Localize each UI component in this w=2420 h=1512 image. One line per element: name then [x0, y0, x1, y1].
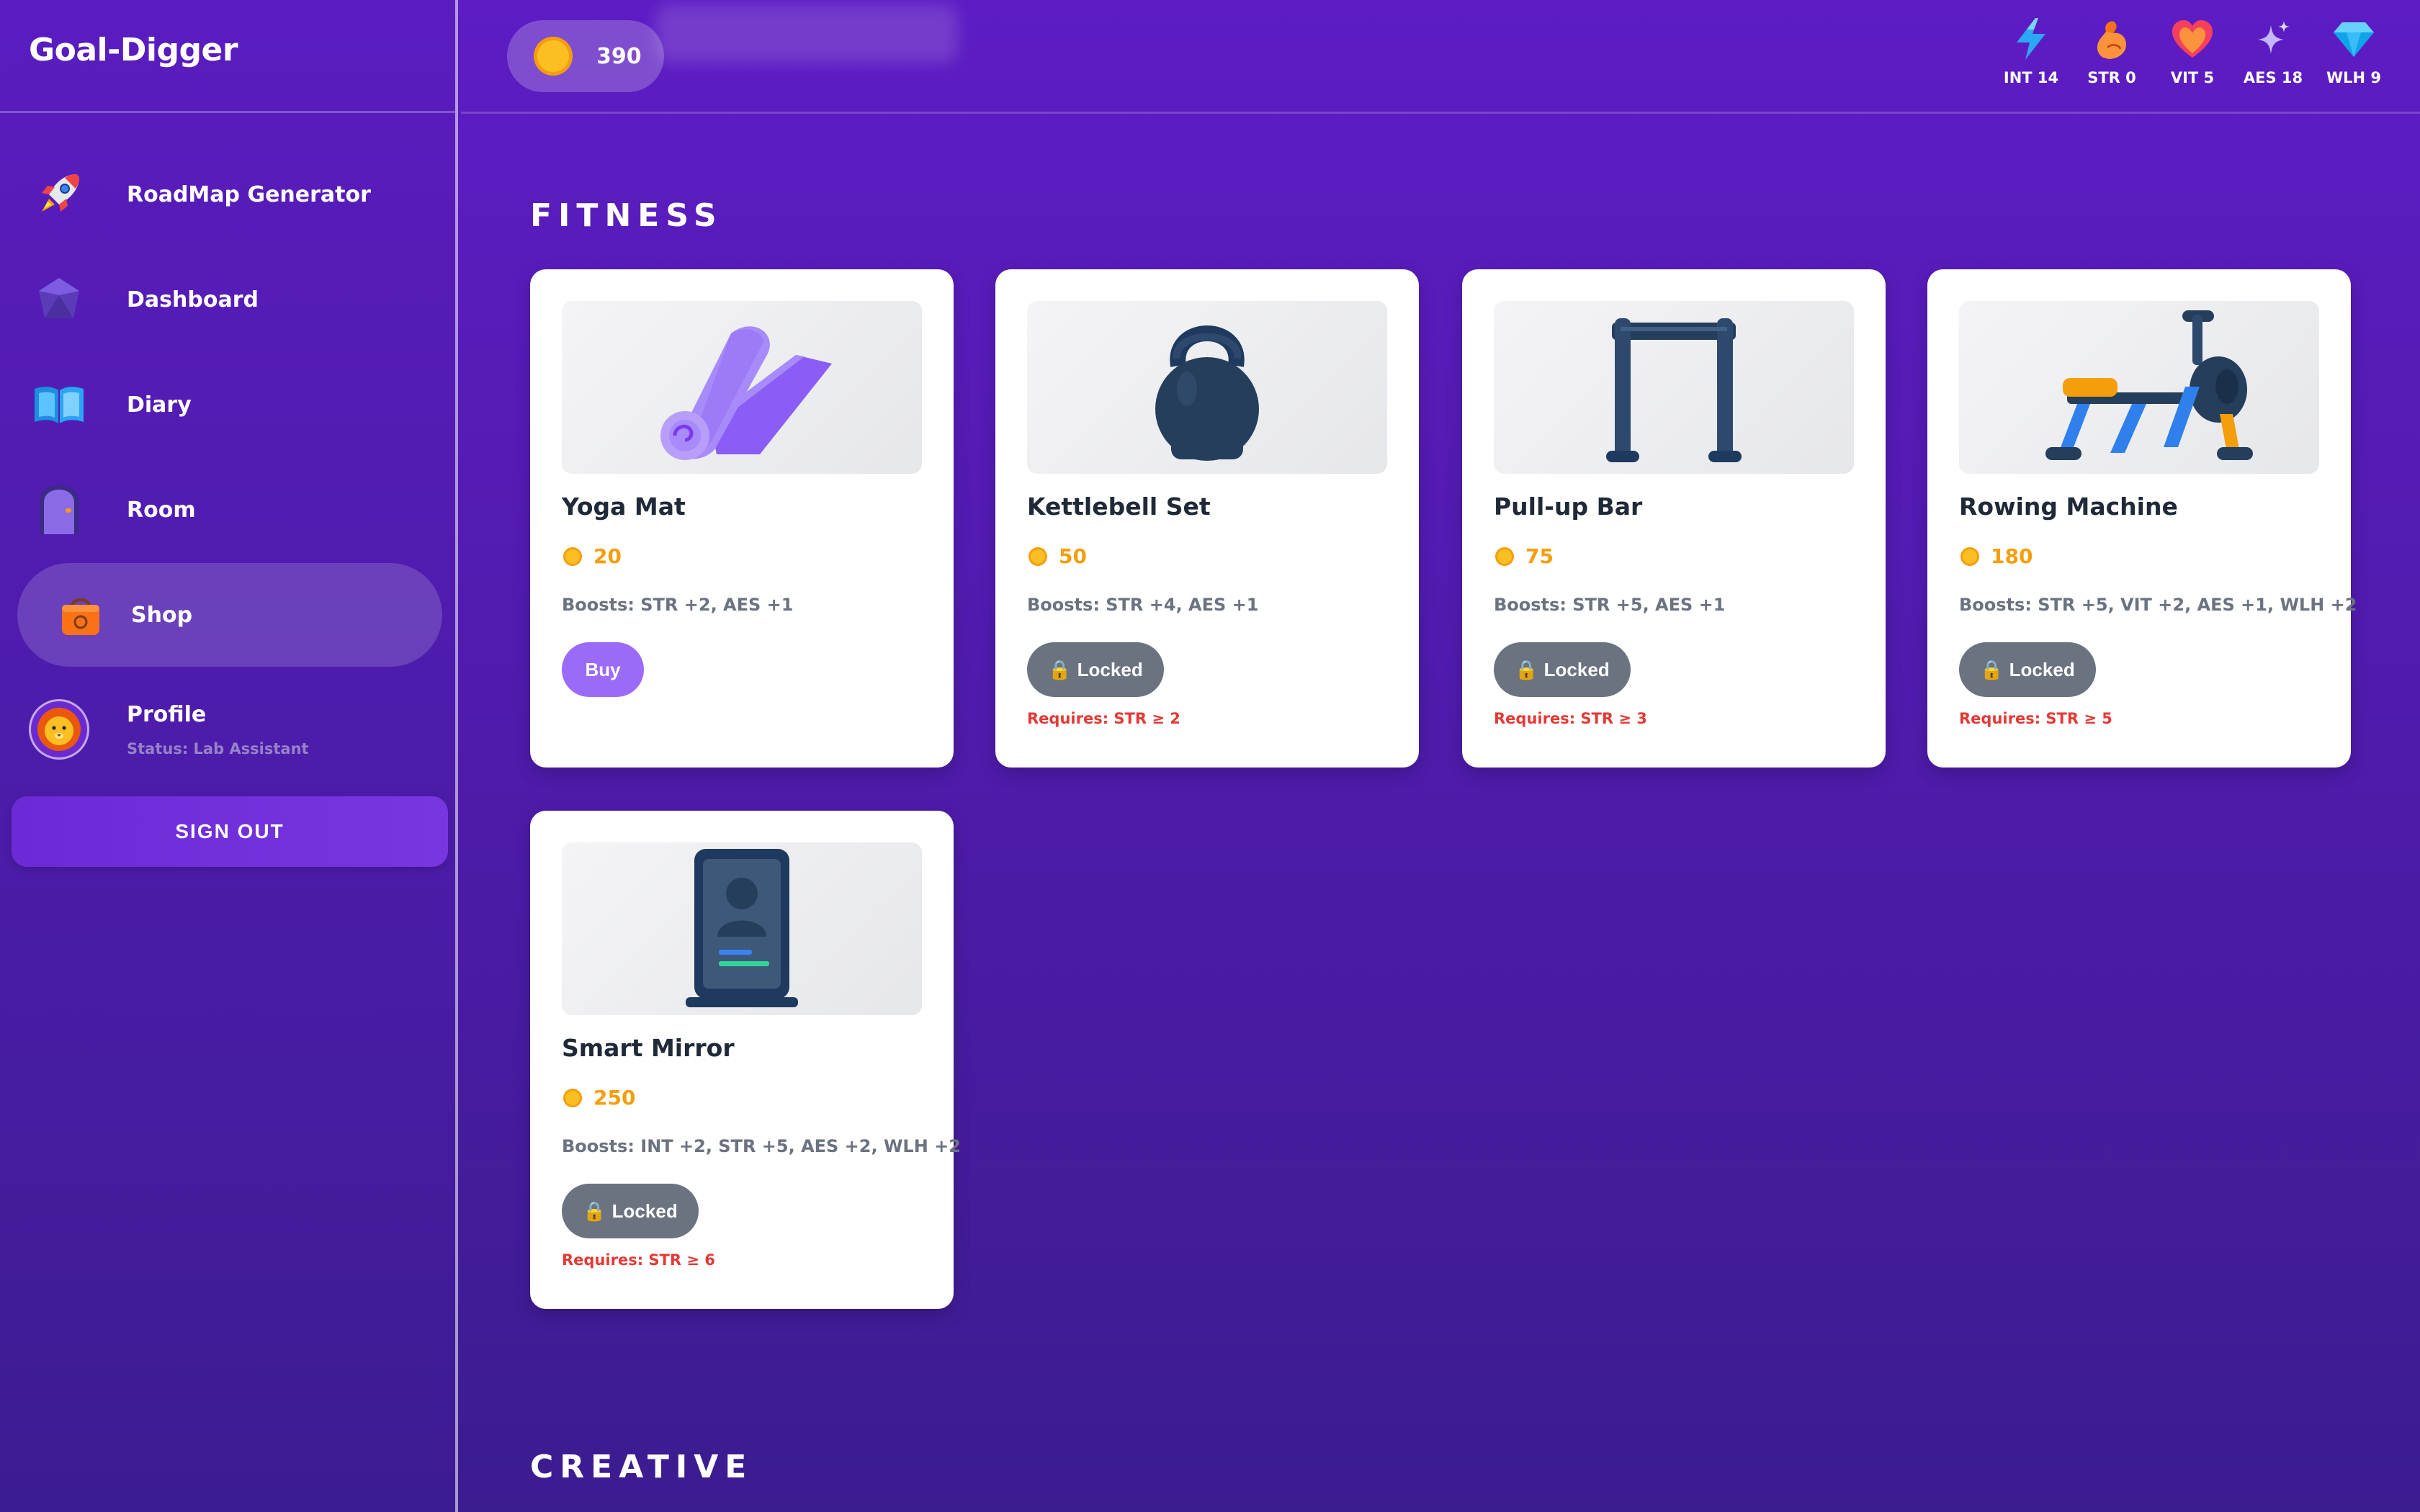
stat-label: STR 0 [2087, 69, 2136, 86]
flexed-arm-icon [2089, 16, 2135, 62]
section-title-creative: CREATIVE [530, 1449, 753, 1485]
stat-wlh: WLH 9 [2313, 16, 2394, 86]
sidebar-item-label: Diary [127, 392, 192, 418]
yoga-mat-icon [562, 301, 922, 474]
item-name: Kettlebell Set [1027, 492, 1211, 521]
stat-label: VIT 5 [2170, 69, 2215, 86]
locked-button[interactable]: 🔒 Locked [1027, 642, 1164, 697]
stat-int: INT 14 [1991, 16, 2071, 86]
lightning-icon [2008, 16, 2054, 62]
sidebar: Goal-Digger RoadMap Generator Dashboard … [0, 0, 458, 1512]
item-boosts: Boosts: STR +2, AES +1 [562, 595, 794, 615]
kettlebell-icon [1027, 301, 1387, 474]
sidebar-item-roadmap-generator[interactable]: RoadMap Generator [17, 143, 442, 246]
locked-label: Locked [1543, 658, 1610, 680]
item-name: Rowing Machine [1959, 492, 2178, 521]
sidebar-item-label: Dashboard [127, 287, 259, 312]
item-name: Pull-up Bar [1494, 492, 1643, 521]
item-price: 180 [1959, 544, 2033, 568]
item-requirement: Requires: STR ≥ 3 [1494, 710, 1647, 727]
item-requirement: Requires: STR ≥ 2 [1027, 710, 1180, 727]
locked-label: Locked [2009, 658, 2075, 680]
diamond-icon [2331, 16, 2377, 62]
item-boosts: Boosts: STR +5, AES +1 [1494, 595, 1726, 615]
item-price: 50 [1027, 544, 1087, 568]
item-name: Smart Mirror [562, 1034, 735, 1062]
shop-item-card: Smart Mirror 250 Boosts: INT +2, STR +5,… [530, 811, 961, 1309]
coin-count: 390 [596, 43, 642, 69]
item-price: 250 [562, 1086, 635, 1110]
sign-out-button[interactable]: SIGN OUT [12, 796, 448, 867]
coin-icon [1495, 546, 1514, 566]
profile-status: Status: Lab Assistant [127, 739, 309, 757]
sidebar-item-dashboard[interactable]: Dashboard [17, 248, 442, 351]
item-boosts: Boosts: STR +5, VIT +2, AES +1, WLH +2 [1959, 595, 2357, 615]
door-icon [29, 480, 89, 540]
book-icon [29, 374, 89, 435]
rowing-machine-icon [1959, 301, 2319, 474]
sidebar-item-shop[interactable]: Shop [17, 563, 442, 667]
shop-item-card: Yoga Mat 20 Boosts: STR +2, AES +1 Buy [530, 269, 954, 768]
price-value: 180 [1991, 544, 2033, 568]
coin-icon [1028, 546, 1047, 566]
item-price: 75 [1494, 544, 1554, 568]
stats-bar: INT 14 STR 0 VIT 5 AES 18 WLH 9 [1991, 16, 2394, 86]
pull-up-bar-icon [1494, 301, 1854, 474]
lock-icon: 🔒 [1515, 658, 1538, 680]
sidebar-item-profile[interactable]: Profile Status: Lab Assistant [17, 683, 442, 776]
app-title: Goal-Digger [29, 32, 238, 68]
coin-icon [1960, 546, 1979, 566]
heart-icon [2169, 16, 2215, 62]
lock-icon: 🔒 [1048, 658, 1072, 680]
shop-item-card: Rowing Machine 180 Boosts: STR +5, VIT +… [1927, 269, 2357, 768]
lock-icon: 🔒 [1980, 658, 2004, 680]
locked-button[interactable]: 🔒 Locked [1494, 642, 1631, 697]
stat-label: AES 18 [2243, 69, 2303, 86]
coin-balance[interactable]: 390 [507, 20, 664, 92]
coin-icon [534, 37, 573, 76]
sidebar-item-diary[interactable]: Diary [17, 353, 442, 456]
gem-icon [29, 269, 89, 330]
stat-aes: AES 18 [2233, 16, 2313, 86]
price-value: 20 [593, 544, 622, 568]
item-requirement: Requires: STR ≥ 5 [1959, 710, 2112, 727]
coin-icon [563, 1088, 582, 1107]
locked-button[interactable]: 🔒 Locked [1959, 642, 2096, 697]
sparkle-icon [2250, 16, 2296, 62]
stat-vit: VIT 5 [2152, 16, 2233, 86]
smart-mirror-icon [562, 842, 922, 1015]
price-value: 75 [1525, 544, 1554, 568]
locked-button[interactable]: 🔒 Locked [562, 1184, 699, 1238]
stat-label: INT 14 [2003, 69, 2059, 86]
buy-button[interactable]: Buy [562, 642, 644, 697]
section-title-fitness: FITNESS [530, 197, 723, 234]
price-value: 50 [1059, 544, 1087, 568]
shopping-bag-icon [50, 585, 111, 645]
item-boosts: Boosts: INT +2, STR +5, AES +2, WLH +2 [562, 1136, 961, 1156]
stat-label: WLH 9 [2326, 69, 2382, 86]
sidebar-item-label: Room [127, 497, 196, 523]
sidebar-item-label: Shop [131, 602, 193, 628]
shop-item-card: Kettlebell Set 50 Boosts: STR +4, AES +1… [995, 269, 1419, 768]
locked-label: Locked [611, 1200, 678, 1222]
item-requirement: Requires: STR ≥ 6 [562, 1251, 715, 1269]
item-boosts: Boosts: STR +4, AES +1 [1027, 595, 1259, 615]
lock-icon: 🔒 [583, 1200, 606, 1222]
blurred-banner [655, 4, 958, 63]
profile-label: Profile [127, 701, 207, 727]
item-price: 20 [562, 544, 622, 568]
sidebar-item-label: RoadMap Generator [127, 181, 371, 207]
item-name: Yoga Mat [562, 492, 686, 521]
rocket-icon [29, 164, 89, 225]
shop-item-card: Pull-up Bar 75 Boosts: STR +5, AES +1 🔒 … [1462, 269, 1886, 768]
price-value: 250 [593, 1086, 636, 1110]
coin-icon [563, 546, 582, 566]
lion-icon [29, 699, 89, 760]
sidebar-item-room[interactable]: Room [17, 458, 442, 562]
stat-str: STR 0 [2071, 16, 2152, 86]
locked-label: Locked [1077, 658, 1143, 680]
top-bar: 390 INT 14 STR 0 VIT 5 AES 18 WLH 9 [461, 0, 2420, 114]
brand-divider [0, 111, 455, 113]
